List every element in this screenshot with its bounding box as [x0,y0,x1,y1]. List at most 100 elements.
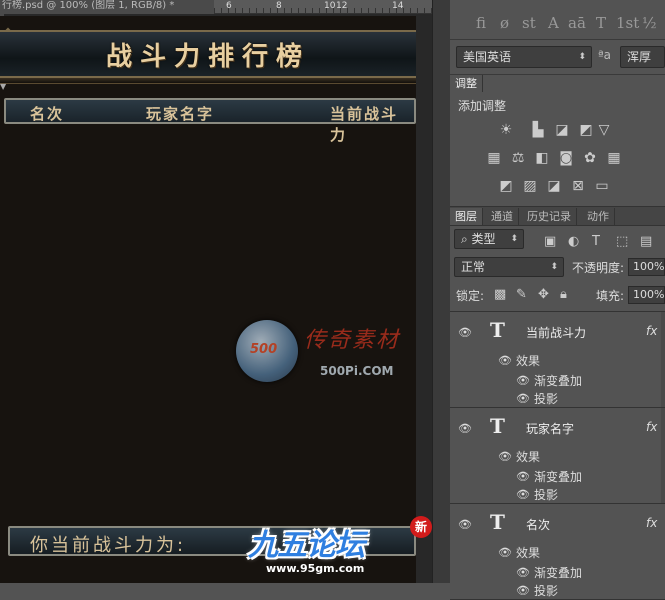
lock-all-icon[interactable]: 🔒︎ [560,287,567,302]
opacity-field[interactable]: 100% [628,258,665,276]
invert-icon[interactable]: ◩ [498,179,514,193]
effects-label: 效果 [516,354,541,368]
effect-drop-shadow: 投影 [534,488,559,502]
chevron-updown-icon: ⬍ [510,234,518,244]
swash-icon[interactable]: A [548,14,559,32]
photo-filter-icon[interactable]: ◙ [558,151,574,165]
vibrance-icon[interactable]: ▽ [596,123,612,137]
tab-channels[interactable]: 通道 [486,208,519,225]
eye-icon[interactable]: 👁︎ [458,518,472,531]
threshold-icon[interactable]: ◪ [546,179,562,193]
posterize-icon[interactable]: ▨ [522,179,538,193]
antialias-select[interactable]: 浑厚 [620,46,665,68]
page-title: 战斗力排行榜 [105,42,310,72]
scrollbar[interactable] [661,408,665,503]
effect-gradient-overlay: 渐变叠加 [534,566,583,580]
filter-pixel-icon[interactable]: ▣ [544,234,556,249]
watermark: 传奇素材 500Pi.COM [232,312,432,402]
layer-row[interactable]: 👁︎ T 玩家名字 fx 👁︎ 效果 👁︎ 渐变叠加 👁︎ 投影 [450,408,665,504]
filter-type-icon[interactable]: T [592,234,600,249]
text-layer-icon: T [490,510,505,534]
language-select[interactable]: 美国英语 ⬍ [456,46,592,68]
selective-color-icon[interactable]: ⊠ [570,179,586,193]
fx-icon[interactable]: fx [646,324,657,338]
eye-icon[interactable]: 👁︎ [516,374,530,387]
eye-icon[interactable]: 👁︎ [516,566,530,579]
triangle-down-icon: ▼ [0,82,7,91]
eye-icon[interactable]: 👁︎ [516,392,530,405]
ligature-fi-icon[interactable]: fi [476,14,486,32]
fx-icon[interactable]: fx [646,420,657,434]
lock-position-icon[interactable]: ✥ [538,287,549,302]
fill-label: 填充: [596,289,625,303]
footer-power-label: 你当前战斗力为: [30,535,187,556]
filter-smart-object-icon[interactable]: ▤ [640,234,652,249]
language-value: 美国英语 [463,50,512,64]
forum-url: www.95gm.com [266,562,365,575]
canvas-area[interactable]: 行榜.psd @ 100% (图层 1, RGB/8) * 6 8 10 12 … [0,0,432,583]
fractions-icon[interactable]: ½ [642,14,657,32]
layers-tabs: 图层 通道 历史记录 动作 [450,207,665,226]
discretionary-ligature-icon[interactable]: ø [500,14,509,32]
fx-icon[interactable]: fx [646,516,657,530]
effect-drop-shadow: 投影 [534,584,559,598]
color-balance-icon[interactable]: ⚖ [510,151,526,165]
eye-icon[interactable]: 👁︎ [516,488,530,501]
black-white-icon[interactable]: ◧ [534,151,550,165]
eye-icon[interactable]: 👁︎ [458,326,472,339]
layer-filter-select[interactable]: ⌕ 类型 ⬍ [454,229,524,249]
search-icon: ⌕ [461,232,472,246]
hue-saturation-icon[interactable]: ▦ [486,151,502,165]
watermark-cn-text: 传奇素材 [304,328,401,353]
fill-field[interactable]: 100% [628,286,665,304]
titling-icon[interactable]: T [596,14,606,32]
gradient-map-icon[interactable]: ▭ [594,179,610,193]
watermark-logo [236,320,298,382]
ordinals-icon[interactable]: 1st [616,14,639,32]
antialias-value: 浑厚 [627,50,652,64]
eye-icon[interactable]: 👁︎ [516,584,530,597]
layer-list: 👁︎ T 当前战斗力 fx 👁︎ 效果 👁︎ 渐变叠加 👁︎ 投影 👁︎ T 玩… [450,311,665,600]
effect-drop-shadow: 投影 [534,392,559,406]
blend-mode-select[interactable]: 正常 ⬍ [454,257,564,277]
horizontal-ruler: 6 8 10 12 14 [214,0,432,14]
ranking-header-row: 名次 玩家名字 当前战斗力 [4,98,416,144]
exposure-icon[interactable]: ◩ [578,123,594,137]
opacity-label: 不透明度: [572,261,625,275]
layer-name: 名次 [526,518,551,532]
tab-layers[interactable]: 图层 [450,208,483,225]
lock-transparent-icon[interactable]: ▩ [494,287,506,302]
color-lookup-icon[interactable]: ▦ [606,151,622,165]
channel-mixer-icon[interactable]: ✿ [582,151,598,165]
tab-actions[interactable]: 动作 [582,208,615,225]
layers-panel: 图层 通道 历史记录 动作 ⌕ 类型 ⬍ ▣ ◐ T ⬚ ▤ 正常 ⬍ 不透明度… [450,206,665,600]
effect-gradient-overlay: 渐变叠加 [534,374,583,388]
stylistic-st-icon[interactable]: st [522,14,536,32]
scrollbar[interactable] [661,312,665,407]
tab-adjustments[interactable]: 调整 [450,75,483,92]
eye-icon[interactable]: 👁︎ [458,422,472,435]
levels-icon[interactable]: ▙ [530,123,546,137]
column-header-power: 当前战斗力 [330,105,399,144]
eye-icon[interactable]: 👁︎ [498,546,512,559]
brightness-icon[interactable]: ☀ [498,123,514,137]
layer-row[interactable]: 👁︎ T 当前战斗力 fx 👁︎ 效果 👁︎ 渐变叠加 👁︎ 投影 [450,312,665,408]
title-banner: 战斗力排行榜 [0,30,416,84]
alternates-icon[interactable]: aā [568,14,586,32]
filter-adjustment-icon[interactable]: ◐ [568,234,579,249]
panel-divider [432,0,450,583]
effects-label: 效果 [516,450,541,464]
curves-icon[interactable]: ◪ [554,123,570,137]
adjustments-panel: 调整 添加调整 ☀ ▙ ◪ ◩ ▽ ▦ ⚖ ◧ ◙ ✿ ▦ ◩ ▨ ◪ ⊠ ▭ [450,74,665,204]
eye-icon[interactable]: 👁︎ [516,470,530,483]
opentype-glyphs-row: fi ø st A aā T 1st ½ [450,0,665,40]
lock-image-icon[interactable]: ✎ [516,287,527,302]
eye-icon[interactable]: 👁︎ [498,354,512,367]
ruler-ticks [214,8,432,13]
tab-history[interactable]: 历史记录 [522,208,577,225]
layer-name: 当前战斗力 [526,326,587,340]
eye-icon[interactable]: 👁︎ [498,450,512,463]
chevron-updown-icon: ⬍ [578,52,586,62]
layer-row[interactable]: 👁︎ T 名次 fx 👁︎ 效果 👁︎ 渐变叠加 👁︎ 投影 [450,504,665,600]
filter-shape-icon[interactable]: ⬚ [616,234,628,249]
